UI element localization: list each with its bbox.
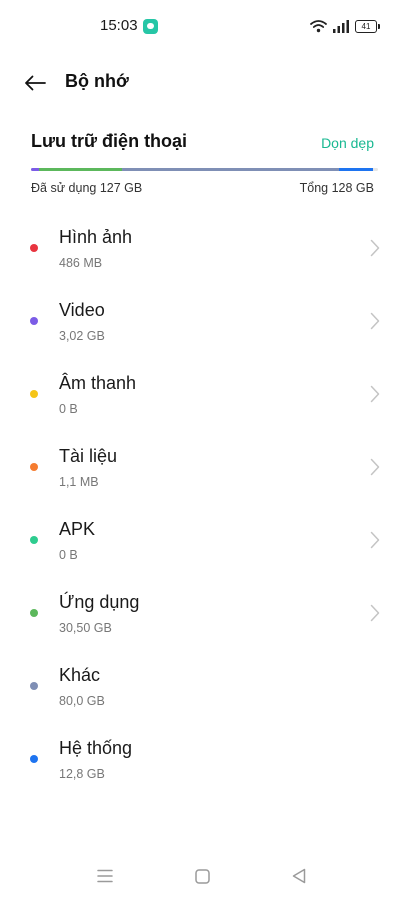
status-time: 15:03 xyxy=(100,17,138,34)
back-nav-button[interactable] xyxy=(289,866,309,886)
recent-apps-button[interactable] xyxy=(95,866,115,886)
category-label: Ứng dụng xyxy=(59,592,140,612)
category-label: Video xyxy=(59,300,105,320)
storage-screen: 15:03 41 Bộ nhớ Lưu trữ điện thoại Dọn d… xyxy=(0,0,405,900)
square-icon xyxy=(194,868,210,884)
category-size: 0 B xyxy=(59,548,78,562)
category-size: 3,02 GB xyxy=(59,329,105,343)
page-title: Bộ nhớ xyxy=(65,71,129,91)
category-color-dot xyxy=(30,682,38,690)
back-button[interactable] xyxy=(20,68,50,98)
usage-bar-segment xyxy=(39,168,122,171)
category-item-other: Khác 80,0 GB xyxy=(0,650,405,723)
category-size: 12,8 GB xyxy=(59,767,105,781)
message-notification-icon xyxy=(143,19,158,34)
wifi-icon xyxy=(310,20,327,33)
category-item-audio[interactable]: Âm thanh 0 B xyxy=(0,358,405,431)
category-color-dot xyxy=(30,317,38,325)
clean-button[interactable]: Dọn dẹp xyxy=(321,135,374,151)
menu-lines-icon xyxy=(97,869,113,883)
category-color-dot xyxy=(30,390,38,398)
category-item-images[interactable]: Hình ảnh 486 MB xyxy=(0,212,405,285)
home-button[interactable] xyxy=(192,866,212,886)
category-color-dot xyxy=(30,536,38,544)
total-storage-text: Tổng 128 GB xyxy=(299,181,374,195)
chevron-right-icon xyxy=(370,531,380,549)
usage-bar-segment xyxy=(338,168,374,171)
category-item-video[interactable]: Video 3,02 GB xyxy=(0,285,405,358)
header: Bộ nhớ xyxy=(0,62,405,102)
signal-icon xyxy=(333,19,349,33)
chevron-right-icon xyxy=(370,385,380,403)
category-item-system: Hệ thống 12,8 GB xyxy=(0,723,405,796)
category-label: Hệ thống xyxy=(59,738,133,758)
category-color-dot xyxy=(30,244,38,252)
category-size: 486 MB xyxy=(59,256,103,270)
category-size: 30,50 GB xyxy=(59,621,112,635)
category-label: APK xyxy=(59,519,96,539)
usage-bar-segment xyxy=(121,168,339,171)
back-arrow-icon xyxy=(25,75,46,91)
category-size: 0 B xyxy=(59,402,78,416)
chevron-right-icon xyxy=(370,604,380,622)
category-color-dot xyxy=(30,755,38,763)
status-bar: 15:03 41 xyxy=(0,0,405,52)
chevron-right-icon xyxy=(370,312,380,330)
category-item-documents[interactable]: Tài liệu 1,1 MB xyxy=(0,431,405,504)
chevron-right-icon xyxy=(370,239,380,257)
category-label: Tài liệu xyxy=(59,446,118,466)
storage-title: Lưu trữ điện thoại xyxy=(31,131,188,151)
category-size: 80,0 GB xyxy=(59,694,105,708)
triangle-back-icon xyxy=(292,868,306,884)
category-label: Âm thanh xyxy=(59,373,137,393)
category-color-dot xyxy=(30,609,38,617)
storage-usage-bar xyxy=(31,168,378,171)
used-storage-text: Đã sử dụng 127 GB xyxy=(31,181,143,195)
battery-icon: 41 xyxy=(355,19,380,33)
category-item-apk[interactable]: APK 0 B xyxy=(0,504,405,577)
category-list: Hình ảnh 486 MB Video 3,02 GB Âm thanh 0… xyxy=(0,212,405,796)
category-color-dot xyxy=(30,463,38,471)
category-item-apps[interactable]: Ứng dụng 30,50 GB xyxy=(0,577,405,650)
usage-bar-segment xyxy=(31,168,40,171)
chevron-right-icon xyxy=(370,458,380,476)
category-size: 1,1 MB xyxy=(59,475,99,489)
category-label: Khác xyxy=(59,665,101,685)
navigation-bar xyxy=(0,858,405,894)
status-icons: 41 xyxy=(310,18,380,34)
category-label: Hình ảnh xyxy=(59,227,133,247)
